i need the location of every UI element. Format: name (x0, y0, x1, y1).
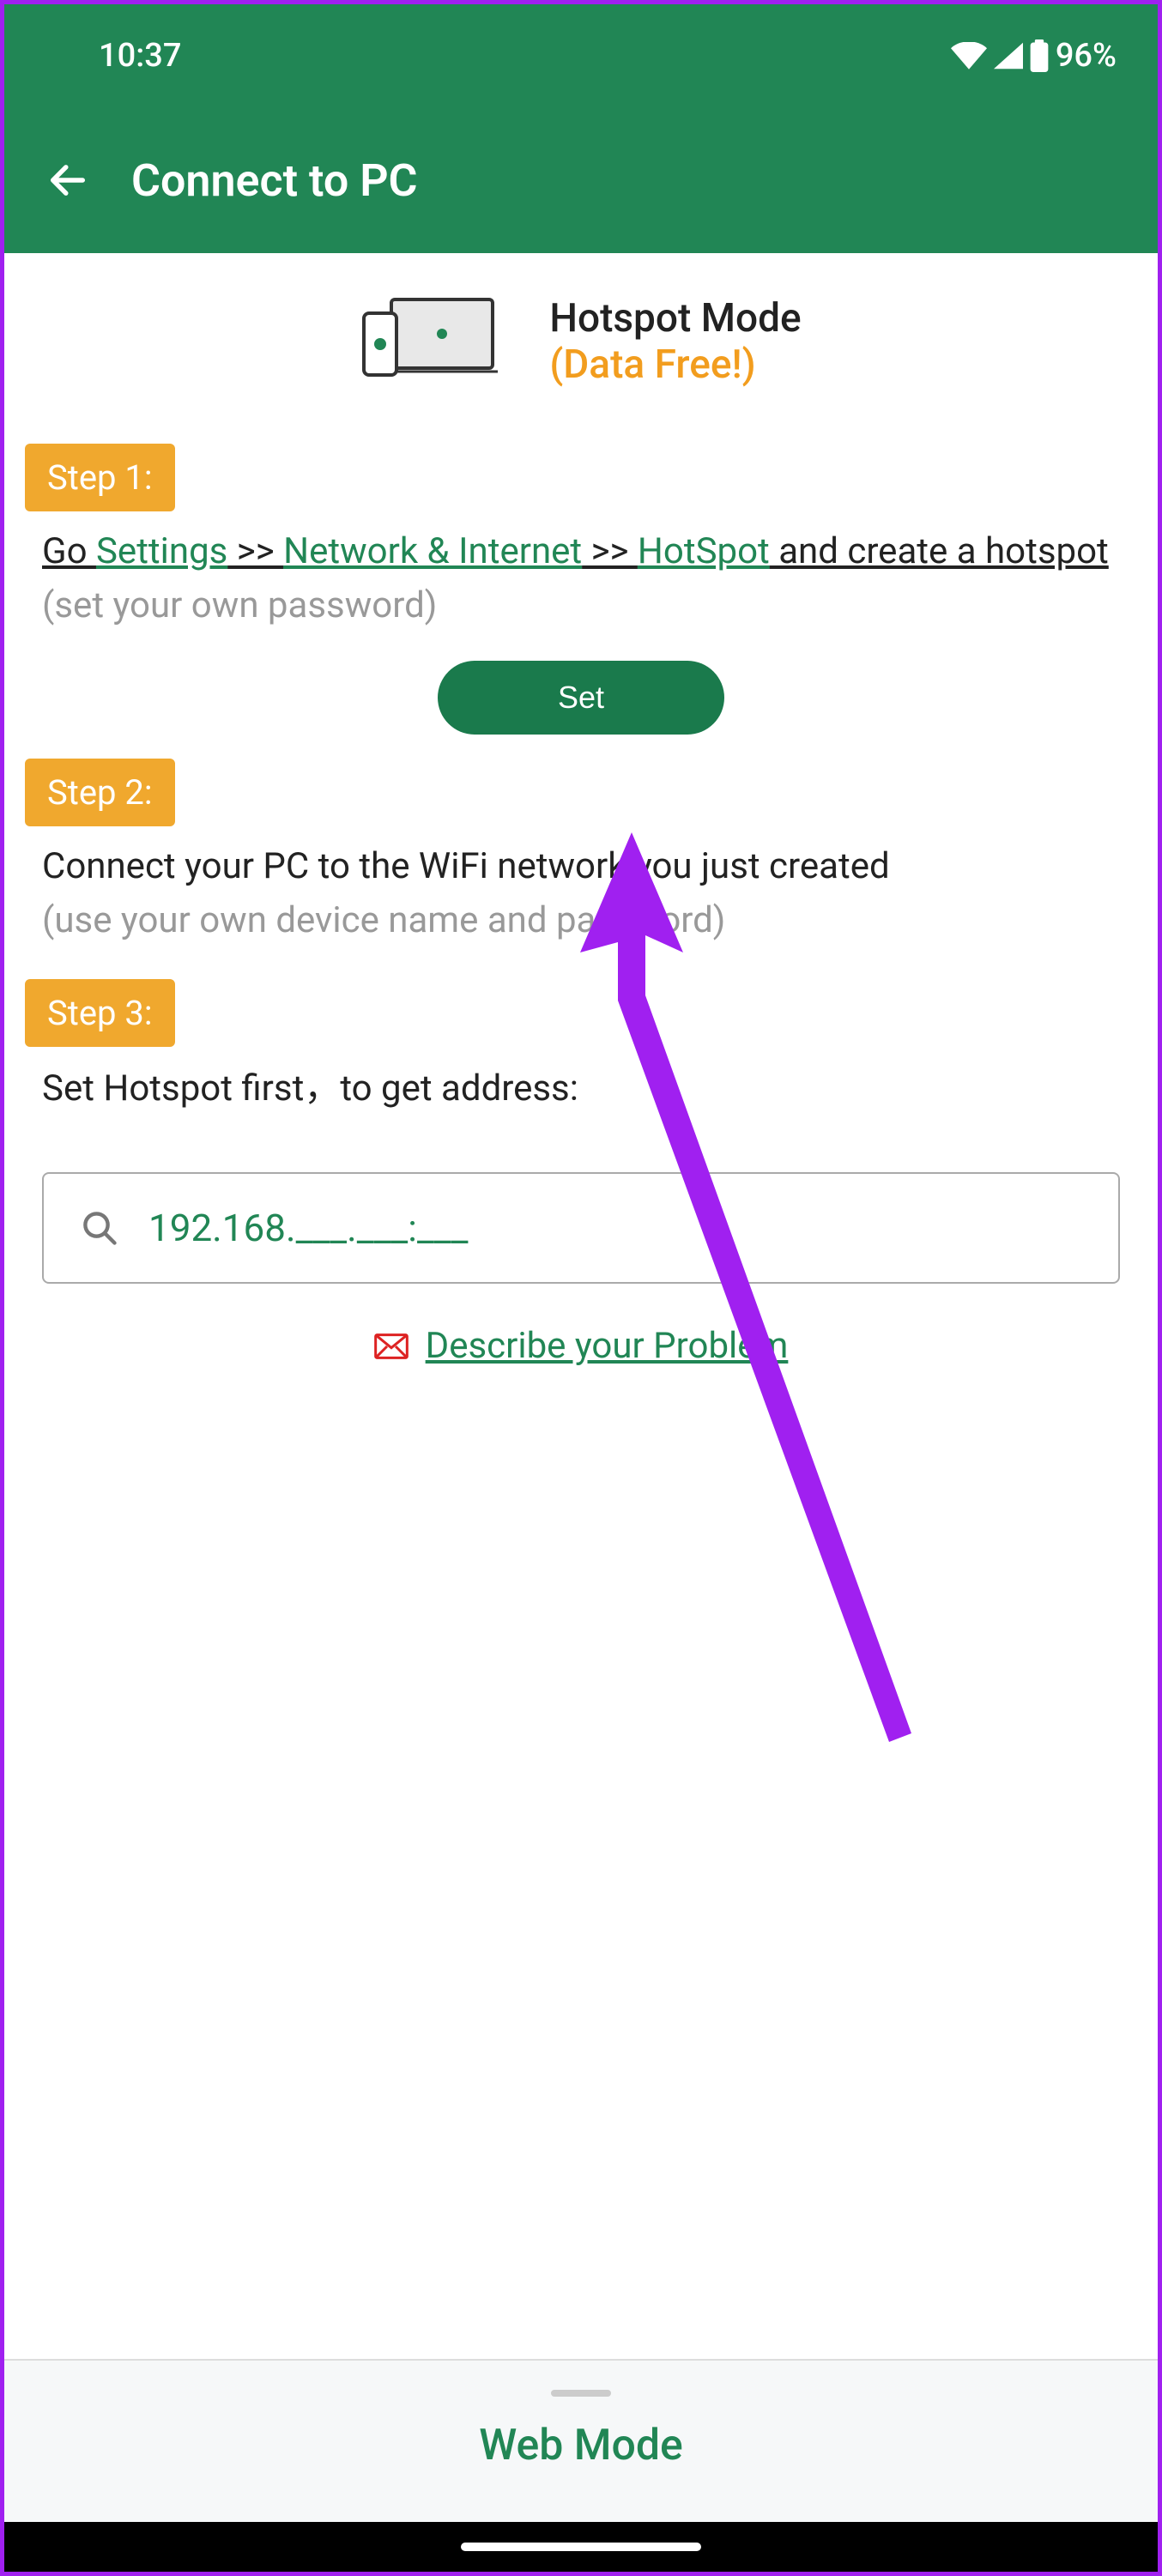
search-icon (82, 1210, 118, 1246)
address-value: 192.168.___.___:___ (148, 1206, 469, 1250)
set-button[interactable]: Set (438, 661, 724, 735)
step2-badge: Step 2: (25, 759, 175, 826)
hotspot-header: Hotspot Mode (Data Free!) (4, 253, 1158, 444)
app-bar: Connect to PC (4, 107, 1158, 253)
back-icon[interactable] (45, 158, 90, 203)
mail-icon (374, 1333, 409, 1360)
battery-icon (1030, 39, 1049, 72)
android-nav-bar (4, 2522, 1158, 2572)
describe-problem-link[interactable]: Describe your Problem (426, 1325, 789, 1367)
network-link[interactable]: Network & Internet (283, 530, 582, 572)
hotspot-subtitle: (Data Free!) (549, 342, 801, 388)
describe-row[interactable]: Describe your Problem (4, 1284, 1158, 1408)
status-bar: 10:37 96% (4, 4, 1158, 107)
devices-icon (360, 294, 498, 389)
content: Hotspot Mode (Data Free!) Step 1: Go Set… (4, 253, 1158, 2572)
step1-sep1: >> (227, 530, 283, 572)
page-title: Connect to PC (131, 154, 418, 207)
hotspot-link[interactable]: HotSpot (638, 530, 770, 572)
hotspot-title: Hotspot Mode (549, 295, 801, 342)
gesture-bar-icon[interactable] (461, 2543, 701, 2551)
status-time: 10:37 (99, 37, 181, 75)
step3-text: Set Hotspot first，to get address: (4, 1047, 1158, 1122)
step2-text: Connect your PC to the WiFi network you … (4, 826, 1158, 899)
web-mode-label: Web Mode (4, 2421, 1158, 2470)
settings-link[interactable]: Settings (96, 530, 227, 572)
step3-badge: Step 3: (25, 979, 175, 1047)
step1-badge: Step 1: (25, 444, 175, 511)
hotspot-titles: Hotspot Mode (Data Free!) (549, 295, 801, 388)
step1-tail: and create a hotspot (770, 530, 1109, 572)
status-right: 96% (951, 37, 1117, 75)
wifi-icon (951, 42, 987, 70)
step1-text[interactable]: Go Settings >> Network & Internet >> Hot… (4, 511, 1158, 584)
step1-go: Go (42, 530, 96, 572)
drag-handle-icon[interactable] (551, 2390, 611, 2397)
web-mode-panel[interactable]: Web Mode (4, 2359, 1158, 2522)
step1-sep2: >> (582, 530, 638, 572)
signal-icon (994, 42, 1023, 70)
phone-frame: 10:37 96% Connect to PC Hotspot (4, 4, 1158, 2572)
address-field[interactable]: 192.168.___.___:___ (42, 1172, 1120, 1284)
step2-hint: (use your own device name and password) (4, 899, 1158, 962)
battery-percent: 96% (1056, 37, 1117, 75)
step1-hint: (set your own password) (4, 584, 1158, 647)
